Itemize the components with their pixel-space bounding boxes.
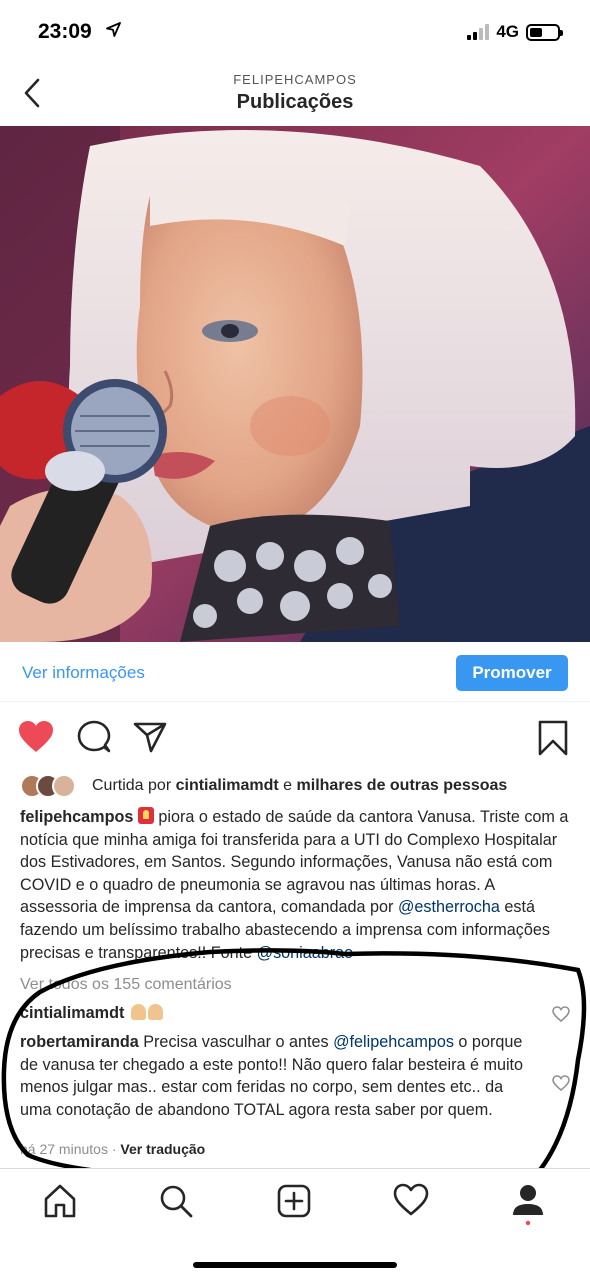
caption-username[interactable]: felipehcampos <box>20 808 133 826</box>
post-meta-row: há 27 minutos · Ver tradução <box>20 1141 205 1157</box>
comment-like-heart-icon[interactable] <box>552 1075 570 1091</box>
heart-outline-icon[interactable] <box>393 1183 429 1217</box>
home-icon[interactable] <box>42 1183 78 1219</box>
heart-filled-icon[interactable] <box>18 720 54 754</box>
status-bar: 23:09 4G <box>0 0 590 60</box>
paper-plane-icon[interactable] <box>133 720 167 754</box>
praying-hands-emoji-icon <box>130 1004 146 1020</box>
post-action-bar <box>0 716 590 762</box>
profile-icon[interactable] <box>510 1183 546 1227</box>
home-indicator <box>193 1262 397 1268</box>
back-chevron-icon[interactable] <box>18 76 48 110</box>
likes-summary[interactable]: Curtida por cintialimamdt e milhares de … <box>20 773 580 799</box>
page-title: Publicações <box>236 91 354 113</box>
post-time-ago: há 27 minutos <box>20 1141 108 1157</box>
bookmark-icon[interactable] <box>537 720 569 756</box>
post-photo-illustration <box>0 126 590 642</box>
comment-bubble-icon[interactable] <box>77 720 111 754</box>
post-caption: felipehcampos piora o estado de saúde da… <box>20 806 575 964</box>
post-image[interactable] <box>0 126 590 642</box>
battery-icon <box>526 23 563 41</box>
account-name: FELIPEHCAMPOS <box>233 72 357 87</box>
status-time: 23:09 <box>38 20 92 43</box>
comment-username[interactable]: robertamiranda <box>20 1033 139 1051</box>
likes-text: Curtida por cintialimamdt e milhares de … <box>92 777 507 795</box>
comment-text-1: Precisa vasculhar o antes <box>138 1033 334 1051</box>
post-insights-row: Ver informações Promover <box>0 642 590 702</box>
nav-header: FELIPEHCAMPOS Publicações <box>0 62 590 126</box>
see-translation-link[interactable]: Ver tradução <box>120 1141 205 1157</box>
status-indicators: 4G <box>467 22 563 42</box>
bottom-tab-bar <box>0 1168 590 1238</box>
comment-item: cintialimamdt <box>20 1002 525 1025</box>
avatar <box>52 774 76 798</box>
meta-separator: · <box>107 1141 121 1157</box>
comment-like-heart-icon[interactable] <box>552 1006 570 1022</box>
comment-username[interactable]: cintialimamdt <box>20 1004 124 1022</box>
likes-prefix: Curtida por <box>92 777 176 794</box>
network-label: 4G <box>496 22 519 41</box>
liker-avatars <box>20 774 86 798</box>
view-all-comments-link[interactable]: Ver todos os 155 comentários <box>20 976 232 994</box>
praying-hands-emoji-icon <box>147 1004 163 1020</box>
search-icon[interactable] <box>158 1183 194 1219</box>
likes-user[interactable]: cintialimamdt <box>176 777 279 794</box>
caption-mention-2[interactable]: @soniaabrao <box>257 944 354 962</box>
likes-connector: e <box>278 777 297 794</box>
siren-emoji-icon <box>137 807 154 824</box>
comment-mention[interactable]: @felipehcampos <box>333 1033 454 1051</box>
likes-others[interactable]: milhares de outras pessoas <box>297 777 508 794</box>
caption-mention-1[interactable]: @estherrocha <box>398 898 500 916</box>
signal-icon <box>467 24 490 40</box>
view-insights-link[interactable]: Ver informações <box>22 663 145 683</box>
add-post-icon[interactable] <box>276 1183 312 1219</box>
location-arrow-icon <box>106 22 121 37</box>
comment-item: robertamiranda Precisa vasculhar o antes… <box>20 1031 525 1121</box>
promote-button[interactable]: Promover <box>456 655 568 691</box>
